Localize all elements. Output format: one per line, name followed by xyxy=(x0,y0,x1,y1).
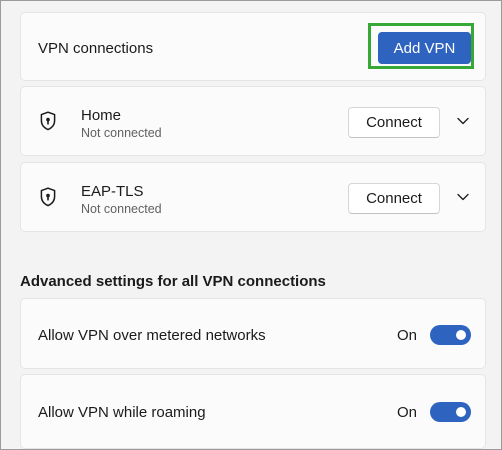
shield-lock-icon xyxy=(40,111,56,131)
toggle-state-label: On xyxy=(397,404,418,421)
connect-button-home[interactable]: Connect xyxy=(348,107,440,138)
chevron-down-icon[interactable] xyxy=(457,193,469,201)
toggle-knob xyxy=(456,330,466,340)
vpn-connections-title: VPN connections xyxy=(38,40,154,57)
vpn-settings-page: VPN connections Add VPN Home Not connect… xyxy=(0,0,502,450)
metered-networks-toggle[interactable] xyxy=(430,325,471,345)
setting-roaming: Allow VPN while roaming On xyxy=(20,374,486,449)
add-vpn-button[interactable]: Add VPN xyxy=(378,32,471,64)
connection-name: Home xyxy=(81,107,122,124)
chevron-down-icon[interactable] xyxy=(457,117,469,125)
connect-button-eap-tls[interactable]: Connect xyxy=(348,183,440,214)
advanced-settings-title: Advanced settings for all VPN connection… xyxy=(20,273,326,290)
setting-metered-networks: Allow VPN over metered networks On xyxy=(20,298,486,369)
vpn-connection-eap-tls[interactable]: EAP-TLS Not connected Connect xyxy=(20,162,486,232)
shield-lock-icon xyxy=(40,187,56,207)
roaming-toggle[interactable] xyxy=(430,402,471,422)
setting-label: Allow VPN while roaming xyxy=(38,404,206,421)
vpn-connections-header: VPN connections Add VPN xyxy=(20,12,486,81)
toggle-knob xyxy=(456,407,466,417)
toggle-state-label: On xyxy=(397,327,418,344)
connection-status: Not connected xyxy=(81,126,162,140)
connection-status: Not connected xyxy=(81,202,162,216)
vpn-connection-home[interactable]: Home Not connected Connect xyxy=(20,86,486,156)
setting-label: Allow VPN over metered networks xyxy=(38,327,266,344)
connection-name: EAP-TLS xyxy=(81,183,144,200)
